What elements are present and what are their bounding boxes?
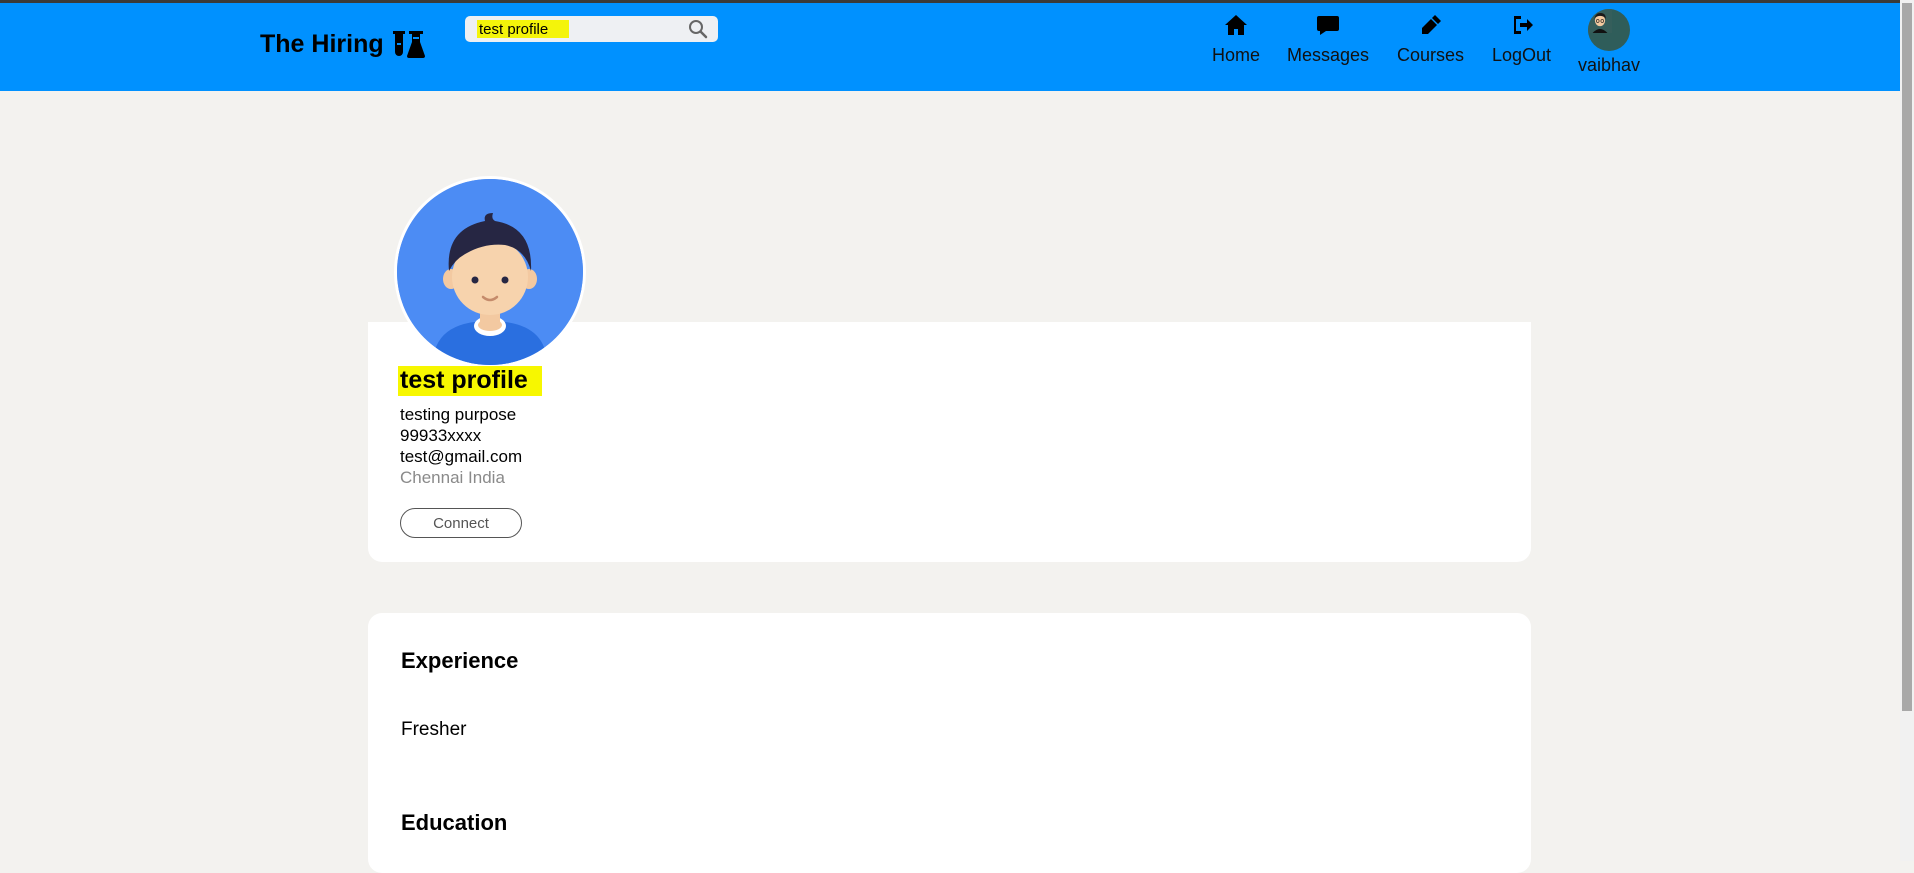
- search-icon[interactable]: [688, 19, 708, 39]
- brand-name: The Hiring: [260, 29, 384, 58]
- profile-card: [368, 322, 1531, 562]
- nav-messages[interactable]: Messages: [1287, 13, 1369, 66]
- profile-avatar: [394, 176, 586, 368]
- nav-home[interactable]: Home: [1212, 13, 1260, 66]
- experience-heading: Experience: [401, 648, 519, 673]
- profile-phone: 99933xxxx: [400, 426, 482, 445]
- connect-button[interactable]: Connect: [400, 508, 522, 538]
- nav-courses-label: Courses: [1397, 45, 1465, 65]
- flask-icon: [392, 31, 425, 58]
- details-card: [368, 613, 1531, 873]
- education-heading: Education: [401, 810, 508, 835]
- message-icon: [1317, 16, 1340, 35]
- user-avatar: [1588, 9, 1631, 51]
- search-bar: [465, 16, 718, 42]
- nav-logout[interactable]: LogOut: [1492, 13, 1551, 66]
- user-avatar-icon: [1588, 9, 1613, 33]
- profile-headline: testing purpose: [400, 405, 517, 424]
- search-input[interactable]: [477, 20, 569, 38]
- logout-icon: [1513, 16, 1533, 34]
- vertical-scrollbar[interactable]: [1900, 0, 1914, 861]
- pen-icon: [1421, 15, 1441, 34]
- profile-email: test@gmail.com: [400, 447, 523, 466]
- person-avatar-icon: [397, 179, 583, 365]
- profile-name: test profile: [398, 366, 542, 396]
- scrollbar-thumb[interactable]: [1902, 3, 1912, 711]
- nav-user-profile[interactable]: vaibhav: [1578, 9, 1641, 76]
- profile-location: Chennai India: [400, 468, 505, 487]
- nav-home-label: Home: [1212, 45, 1261, 65]
- nav-user-label: vaibhav: [1578, 55, 1641, 75]
- nav-courses[interactable]: Courses: [1397, 13, 1464, 66]
- brand-logo[interactable]: The Hiring: [260, 29, 426, 59]
- nav-logout-label: LogOut: [1492, 45, 1552, 65]
- nav-messages-label: Messages: [1287, 45, 1370, 65]
- experience-text: Fresher: [401, 719, 467, 740]
- home-icon: [1225, 15, 1247, 35]
- top-navbar: The Hiring Home Messages: [0, 3, 1900, 91]
